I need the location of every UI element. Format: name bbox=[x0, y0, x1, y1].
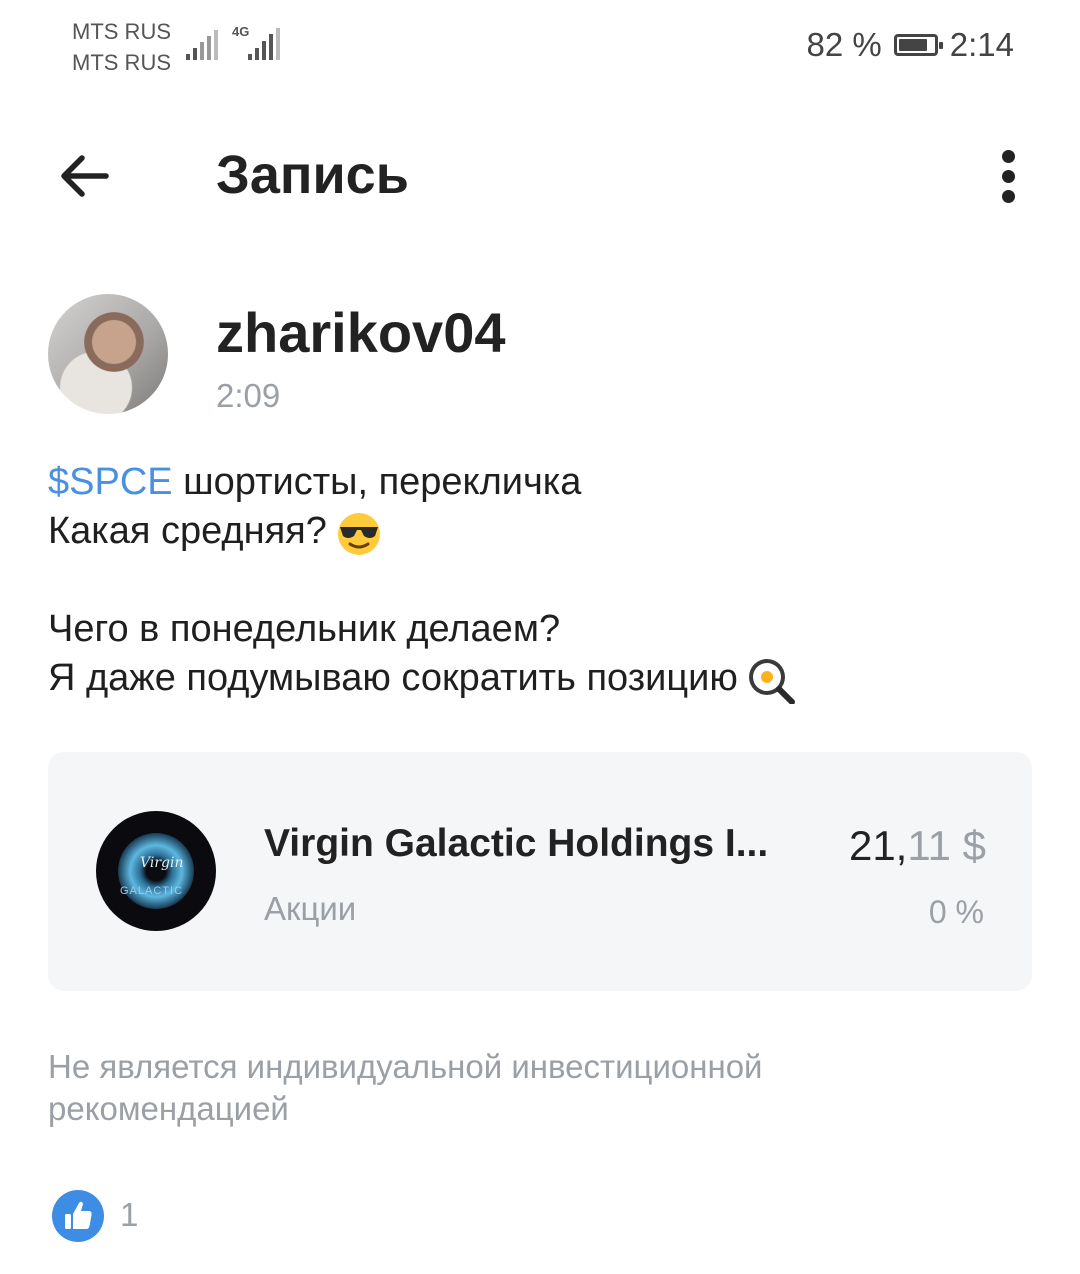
like-count: 1 bbox=[120, 1196, 139, 1233]
post-line-1: шортисты, перекличка bbox=[172, 461, 582, 503]
sunglasses-face-emoji bbox=[337, 512, 380, 555]
ticker-link[interactable]: $SPCE bbox=[48, 461, 173, 503]
battery-icon bbox=[893, 34, 943, 56]
virgin-galactic-logo: Virgin GALACTIC bbox=[96, 811, 216, 931]
price-change: 0 % bbox=[928, 894, 984, 930]
post-time: 2:09 bbox=[216, 377, 281, 414]
signal-icon bbox=[186, 30, 218, 60]
price-currency: $ bbox=[950, 822, 986, 869]
price-integer: 21, bbox=[848, 822, 908, 869]
arrow-left-icon bbox=[61, 155, 109, 197]
like-button[interactable] bbox=[52, 1190, 104, 1242]
avatar[interactable] bbox=[48, 294, 168, 414]
frying-pan-egg-emoji bbox=[748, 658, 795, 704]
disclaimer: Не является индивидуальной инвестиционно… bbox=[48, 1048, 763, 1127]
instrument-type: Акции bbox=[264, 890, 357, 927]
back-button[interactable] bbox=[52, 146, 116, 210]
more-options-button[interactable] bbox=[986, 145, 1030, 207]
instrument-price: 21,11 $ bbox=[849, 822, 986, 870]
author-username[interactable]: zharikov04 bbox=[216, 300, 506, 365]
carrier-labels: MTS RUS MTS RUS bbox=[72, 16, 171, 78]
thumbs-up-icon bbox=[65, 1201, 92, 1229]
carrier-2: MTS RUS bbox=[72, 50, 171, 75]
more-vertical-icon bbox=[1001, 150, 1015, 163]
page-title: Запись bbox=[216, 145, 409, 205]
post-line-3: Чего в понедельник делаем? bbox=[48, 608, 561, 650]
post-line-4: Я даже подумываю сократить позицию bbox=[48, 657, 738, 699]
clock: 2:14 bbox=[949, 26, 1014, 63]
post-line-2: Какая средняя? bbox=[48, 510, 327, 552]
instrument-name: Virgin Galactic Holdings I... bbox=[264, 822, 769, 865]
price-fraction: 11 bbox=[907, 822, 951, 869]
signal-icon-2 bbox=[248, 28, 280, 60]
carrier-1: MTS RUS bbox=[72, 19, 171, 44]
battery-percent: 82 % bbox=[806, 26, 882, 63]
post-body: $SPCE шортисты, перекличка Какая средняя… bbox=[48, 458, 1038, 704]
instrument-card[interactable]: Virgin GALACTIC Virgin Galactic Holdings… bbox=[48, 752, 1032, 991]
status-right: 82 % 2:14 bbox=[807, 26, 1014, 64]
status-bar: MTS RUS MTS RUS 4G 82 % 2:14 bbox=[0, 0, 1080, 90]
